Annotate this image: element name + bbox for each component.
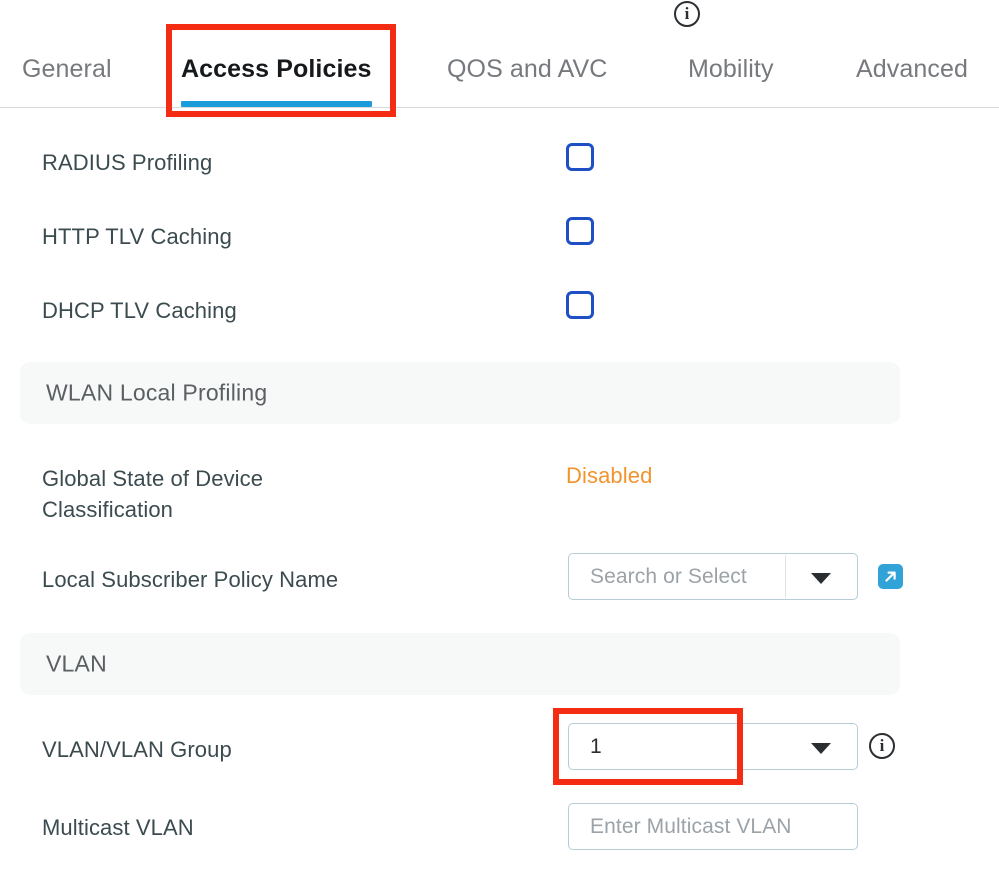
section-header-wlan-local-profiling: WLAN Local Profiling [20, 362, 900, 424]
local-subscriber-policy-placeholder: Search or Select [590, 564, 747, 588]
section-header-vlan: VLAN [20, 633, 900, 695]
tab-access-policies-label: Access Policies [181, 55, 372, 83]
external-link-icon[interactable] [878, 564, 903, 589]
dhcp-tlv-caching-label: DHCP TLV Caching [42, 298, 237, 323]
info-icon[interactable]: i [869, 733, 895, 759]
tab-mobility[interactable]: Mobility [688, 46, 774, 107]
global-state-label: Global State of Device Classification [42, 466, 264, 522]
multicast-vlan-label: Multicast VLAN [42, 815, 194, 840]
tab-general-label: General [22, 55, 112, 83]
tab-active-underline [181, 101, 372, 107]
chevron-down-icon[interactable] [811, 742, 831, 754]
field-divider [785, 555, 786, 598]
tab-advanced-label: Advanced [856, 55, 968, 83]
http-tlv-caching-checkbox[interactable] [566, 217, 594, 245]
vlan-vlan-group-select[interactable]: 1 [568, 723, 858, 770]
vlan-vlan-group-value: 1 [590, 734, 602, 758]
global-state-status-badge: Disabled [566, 463, 653, 488]
local-subscriber-policy-name-label: Local Subscriber Policy Name [42, 567, 339, 592]
local-subscriber-policy-select[interactable]: Search or Select [568, 553, 858, 600]
section-title-vlan: VLAN [46, 650, 107, 677]
tab-qos-and-avc[interactable]: QOS and AVC [447, 46, 607, 107]
radius-profiling-checkbox[interactable] [566, 143, 594, 171]
tab-bar: General Access Policies QOS and AVC Mobi… [0, 46, 999, 108]
radius-profiling-label: RADIUS Profiling [42, 150, 213, 175]
tab-access-policies[interactable]: Access Policies [181, 46, 372, 107]
tab-advanced[interactable]: Advanced [856, 46, 968, 107]
vlan-vlan-group-label: VLAN/VLAN Group [42, 737, 232, 762]
tab-qos-and-avc-label: QOS and AVC [447, 55, 608, 83]
access-policies-page: General Access Policies QOS and AVC Mobi… [0, 0, 999, 891]
tab-mobility-label: Mobility [688, 55, 774, 83]
info-icon[interactable]: i [674, 1, 700, 27]
tab-general[interactable]: General [22, 46, 112, 107]
dhcp-tlv-caching-checkbox[interactable] [566, 291, 594, 319]
section-title-wlan-local-profiling: WLAN Local Profiling [46, 379, 268, 406]
http-tlv-caching-label: HTTP TLV Caching [42, 224, 232, 249]
multicast-vlan-placeholder: Enter Multicast VLAN [590, 814, 792, 838]
multicast-vlan-input[interactable]: Enter Multicast VLAN [568, 803, 858, 850]
chevron-down-icon[interactable] [811, 572, 831, 584]
